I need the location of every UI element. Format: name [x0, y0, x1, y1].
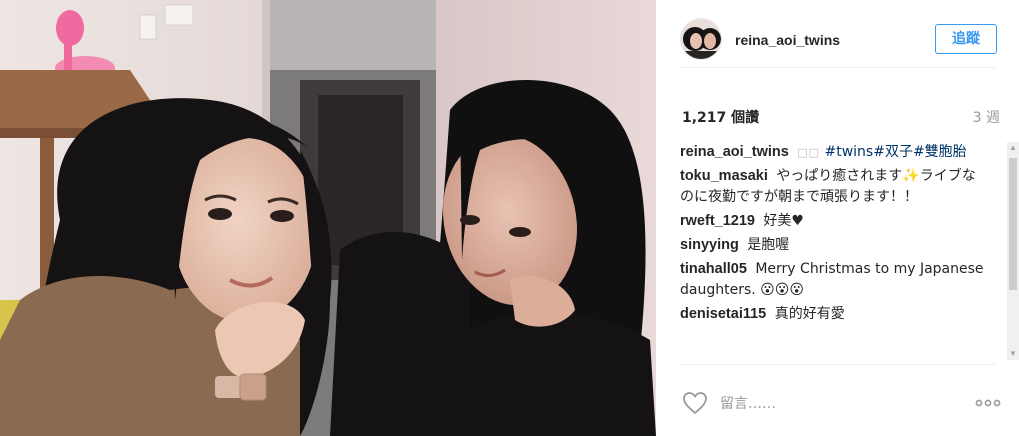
- post-stats: 1,217 個讚 3 週: [680, 107, 1000, 127]
- comment-caption: reina_aoi_twins □□ #twins#双子#雙胞胎: [680, 142, 1019, 163]
- avatar-image: [681, 19, 721, 59]
- avatar[interactable]: [680, 18, 722, 60]
- comment-username-link[interactable]: reina_aoi_twins: [680, 144, 789, 160]
- header-username-link[interactable]: reina_aoi_twins: [735, 32, 840, 48]
- comment-input[interactable]: [720, 393, 940, 415]
- comment-text: 真的好有愛: [774, 306, 845, 322]
- heart-outline-icon[interactable]: [682, 391, 708, 415]
- comment-hashtags-link[interactable]: #twins#双子#雙胞胎: [825, 144, 967, 160]
- comment-username-link[interactable]: tinahall05: [680, 261, 747, 277]
- comment-text: 是胞喔: [747, 237, 790, 253]
- photo-illustration: [0, 0, 656, 436]
- comments-list[interactable]: reina_aoi_twins □□ #twins#双子#雙胞胎 toku_ma…: [680, 142, 1019, 360]
- comment-item: sinyying 是胞喔: [680, 235, 1019, 256]
- post-header: reina_aoi_twins 追蹤: [680, 16, 997, 68]
- scroll-down-arrow-icon[interactable]: ▼: [1007, 348, 1019, 360]
- comment-username-link[interactable]: sinyying: [680, 237, 739, 253]
- comment-username-link[interactable]: denisetai115: [680, 306, 766, 322]
- post-age[interactable]: 3 週: [973, 107, 1000, 127]
- likes-count[interactable]: 1,217 個讚: [682, 107, 759, 127]
- more-options-icon[interactable]: [974, 393, 1002, 413]
- comment-username-link[interactable]: toku_masaki: [680, 168, 768, 184]
- scrollbar-thumb[interactable]: [1009, 158, 1017, 290]
- comment-emoji-placeholder: □□: [797, 146, 821, 159]
- post-footer: [680, 364, 1001, 436]
- comment-item: denisetai115 真的好有愛: [680, 304, 1019, 325]
- comment-item: rweft_1219 好美♥: [680, 211, 1019, 232]
- comment-item: toku_masaki やっぱり癒されます✨ライブなのに夜勤ですが朝まで頑張りま…: [680, 166, 1019, 208]
- scroll-up-arrow-icon[interactable]: ▲: [1007, 142, 1019, 154]
- comment-username-link[interactable]: rweft_1219: [680, 213, 755, 229]
- post-side-panel: reina_aoi_twins 追蹤 1,217 個讚 3 週 reina_ao…: [656, 0, 1019, 436]
- follow-button[interactable]: 追蹤: [935, 24, 997, 54]
- comment-text: 好美♥: [763, 213, 804, 229]
- comments-scrollbar[interactable]: ▲ ▼: [1007, 142, 1019, 360]
- post-photo[interactable]: [0, 0, 656, 436]
- comment-item: tinahall05 Merry Christmas to my Japanes…: [680, 259, 1019, 301]
